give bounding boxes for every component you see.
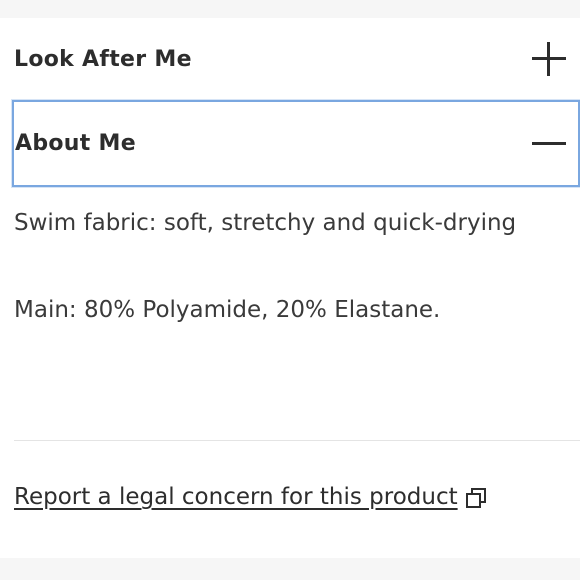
- accordion-about-me[interactable]: About Me: [12, 100, 580, 187]
- plus-icon-vertical-bar: [547, 42, 550, 76]
- minus-icon[interactable]: [532, 127, 566, 161]
- minus-icon-bar: [532, 141, 566, 145]
- bottom-background-strip: [0, 558, 580, 580]
- about-me-description: Swim fabric: soft, stretchy and quick-dr…: [14, 210, 517, 236]
- external-link-icon-front: [465, 493, 481, 508]
- product-details-panel: Look After Me About Me Swim fabric: soft…: [0, 0, 580, 580]
- report-legal-concern-link[interactable]: Report a legal concern for this product: [14, 484, 486, 510]
- about-me-composition: Main: 80% Polyamide, 20% Elastane.: [14, 297, 441, 323]
- accordion-title-look-after-me: Look After Me: [14, 46, 192, 72]
- external-link-icon: [465, 488, 486, 508]
- accordion-title-about-me: About Me: [15, 131, 136, 156]
- section-divider: [14, 440, 580, 441]
- accordion-look-after-me[interactable]: Look After Me: [12, 18, 580, 100]
- top-background-strip: [0, 0, 580, 18]
- plus-icon[interactable]: [532, 42, 566, 76]
- report-legal-concern-label: Report a legal concern for this product: [14, 484, 458, 510]
